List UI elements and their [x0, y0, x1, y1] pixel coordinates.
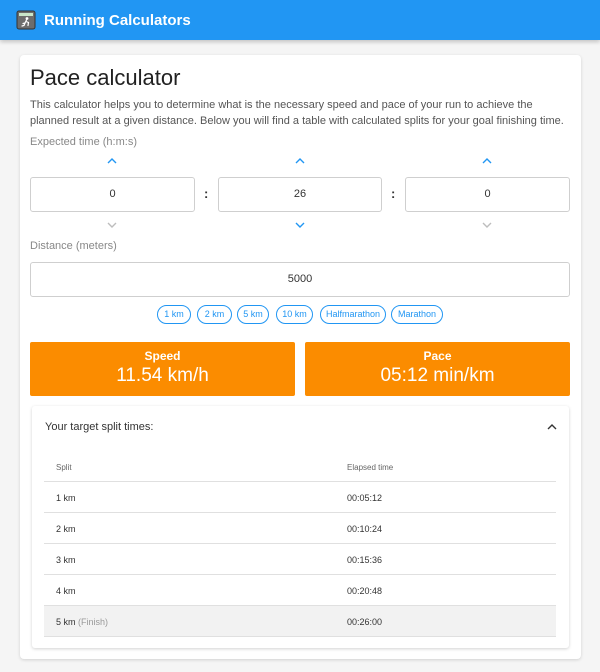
- elapsed-cell: 00:15:36: [347, 555, 383, 565]
- time-separator: :: [204, 186, 209, 201]
- chevron-down-icon: [107, 222, 117, 228]
- preset-marathon-button[interactable]: Marathon: [391, 305, 443, 324]
- split-cell: 5 km (Finish): [56, 617, 108, 627]
- table-row: 4 km 00:20:48: [44, 575, 556, 606]
- seconds-decrement-button[interactable]: [479, 220, 495, 230]
- time-separator: :: [391, 186, 396, 201]
- hours-input[interactable]: 0: [30, 177, 195, 212]
- preset-halfmarathon-button[interactable]: Halfmarathon: [320, 305, 386, 324]
- seconds-input[interactable]: 0: [405, 177, 570, 212]
- table-row: 2 km 00:10:24: [44, 513, 556, 544]
- minutes-input[interactable]: 26: [218, 177, 382, 212]
- seconds-increment-button[interactable]: [479, 156, 495, 166]
- minutes-increment-button[interactable]: [292, 156, 308, 166]
- column-header-elapsed: Elapsed time: [347, 463, 394, 472]
- split-cell: 3 km: [56, 555, 76, 565]
- speed-label: Speed: [144, 349, 181, 363]
- pace-value: 05:12 min/km: [380, 365, 495, 386]
- minutes-decrement-button[interactable]: [292, 220, 308, 230]
- split-cell: 1 km: [56, 493, 76, 503]
- chevron-up-icon: [547, 424, 557, 430]
- split-value: 5 km: [56, 617, 76, 627]
- elapsed-cell: 00:10:24: [347, 524, 383, 534]
- calculator-card: Pace calculator This calculator helps yo…: [20, 55, 581, 659]
- finish-note: (Finish): [78, 617, 109, 627]
- chevron-down-icon: [482, 222, 492, 228]
- chevron-up-icon: [482, 158, 492, 164]
- distance-label: Distance (meters): [30, 240, 117, 252]
- elapsed-cell: 00:26:00: [347, 617, 383, 627]
- chevron-down-icon: [295, 222, 305, 228]
- speed-result: Speed 11.54 km/h: [30, 342, 295, 396]
- pace-label: Pace: [423, 349, 452, 363]
- hours-decrement-button[interactable]: [104, 220, 120, 230]
- split-cell: 4 km: [56, 586, 76, 596]
- column-header-split: Split: [56, 463, 72, 472]
- preset-1km-button[interactable]: 1 km: [157, 305, 191, 324]
- preset-5km-button[interactable]: 5 km: [237, 305, 269, 324]
- pace-result: Pace 05:12 min/km: [305, 342, 570, 396]
- page-title: Pace calculator: [30, 65, 181, 90]
- splits-panel: Your target split times: Split Elapsed t…: [32, 406, 569, 648]
- time-label: Expected time (h:m:s): [30, 136, 137, 148]
- elapsed-cell: 00:20:48: [347, 586, 383, 596]
- app-title: Running Calculators: [44, 11, 191, 29]
- collapse-button[interactable]: [545, 421, 559, 433]
- table-row: 3 km 00:15:36: [44, 544, 556, 575]
- intro-text: This calculator helps you to determine w…: [30, 99, 564, 127]
- hours-increment-button[interactable]: [104, 156, 120, 166]
- runner-icon: [16, 10, 36, 30]
- splits-heading: Your target split times:: [45, 421, 154, 433]
- chevron-up-icon: [295, 158, 305, 164]
- distance-input[interactable]: 5000: [30, 262, 570, 297]
- speed-value: 11.54 km/h: [116, 365, 209, 386]
- elapsed-cell: 00:05:12: [347, 493, 383, 503]
- preset-10km-button[interactable]: 10 km: [276, 305, 313, 324]
- table-row-finish: 5 km (Finish) 00:26:00: [44, 606, 556, 637]
- chevron-up-icon: [107, 158, 117, 164]
- split-cell: 2 km: [56, 524, 76, 534]
- preset-2km-button[interactable]: 2 km: [197, 305, 232, 324]
- table-row: 1 km 00:05:12: [44, 482, 556, 513]
- app-bar: Running Calculators: [0, 0, 600, 40]
